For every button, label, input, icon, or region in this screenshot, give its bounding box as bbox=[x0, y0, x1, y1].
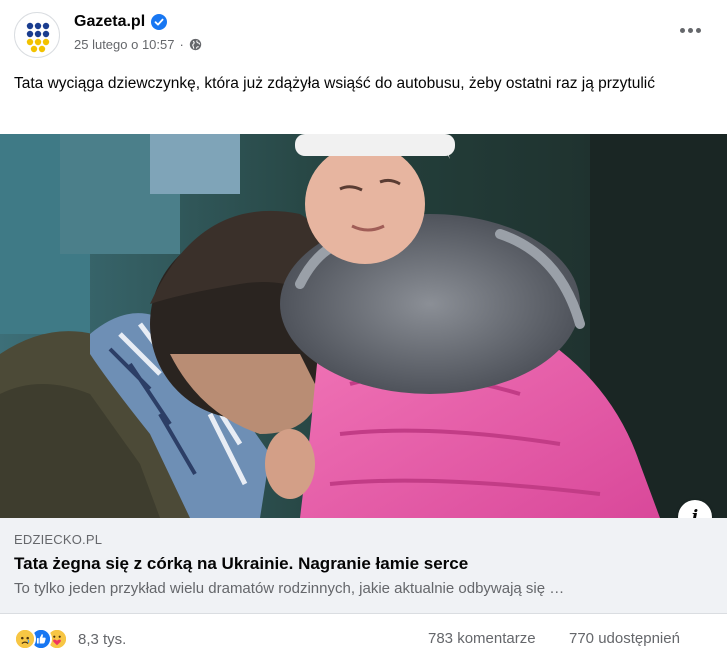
facebook-post: Gazeta.pl 25 lutego o 10:57 · Tata wycią… bbox=[0, 0, 727, 662]
more-dot bbox=[695, 27, 701, 33]
post-timestamp[interactable]: 25 lutego o 10:57 bbox=[74, 37, 174, 52]
globe-icon[interactable] bbox=[189, 38, 202, 51]
more-dot bbox=[687, 27, 693, 33]
link-title[interactable]: Tata żegna się z córką na Ukrainie. Nagr… bbox=[14, 554, 468, 574]
comments-count[interactable]: 783 komentarze bbox=[428, 630, 536, 647]
post-meta: 25 lutego o 10:57 · bbox=[74, 37, 202, 52]
page-name[interactable]: Gazeta.pl bbox=[74, 13, 145, 31]
sad-reaction-icon bbox=[14, 628, 36, 650]
reactions-summary[interactable]: 8,3 tys. bbox=[14, 625, 126, 653]
link-description: To tylko jeden przykład wielu dramatów r… bbox=[14, 580, 565, 597]
page-avatar[interactable] bbox=[14, 12, 60, 58]
verified-badge-icon bbox=[151, 14, 168, 30]
photo-father-hugging-daughter bbox=[0, 134, 727, 518]
post-image[interactable] bbox=[0, 134, 727, 518]
reaction-count[interactable]: 8,3 tys. bbox=[78, 631, 126, 648]
meta-separator: · bbox=[179, 37, 184, 52]
gazeta-logo-icon bbox=[26, 22, 50, 53]
link-preview[interactable]: EDZIECKO.PL Tata żegna się z córką na Uk… bbox=[0, 518, 727, 614]
link-domain: EDZIECKO.PL bbox=[14, 532, 103, 547]
page-name-row: Gazeta.pl bbox=[74, 13, 168, 31]
shares-count[interactable]: 770 udostępnień bbox=[569, 630, 680, 647]
post-text: Tata wyciąga dziewczynkę, która już zdąż… bbox=[14, 75, 655, 92]
more-options-button[interactable] bbox=[672, 16, 708, 44]
more-horizontal-icon bbox=[679, 27, 685, 33]
